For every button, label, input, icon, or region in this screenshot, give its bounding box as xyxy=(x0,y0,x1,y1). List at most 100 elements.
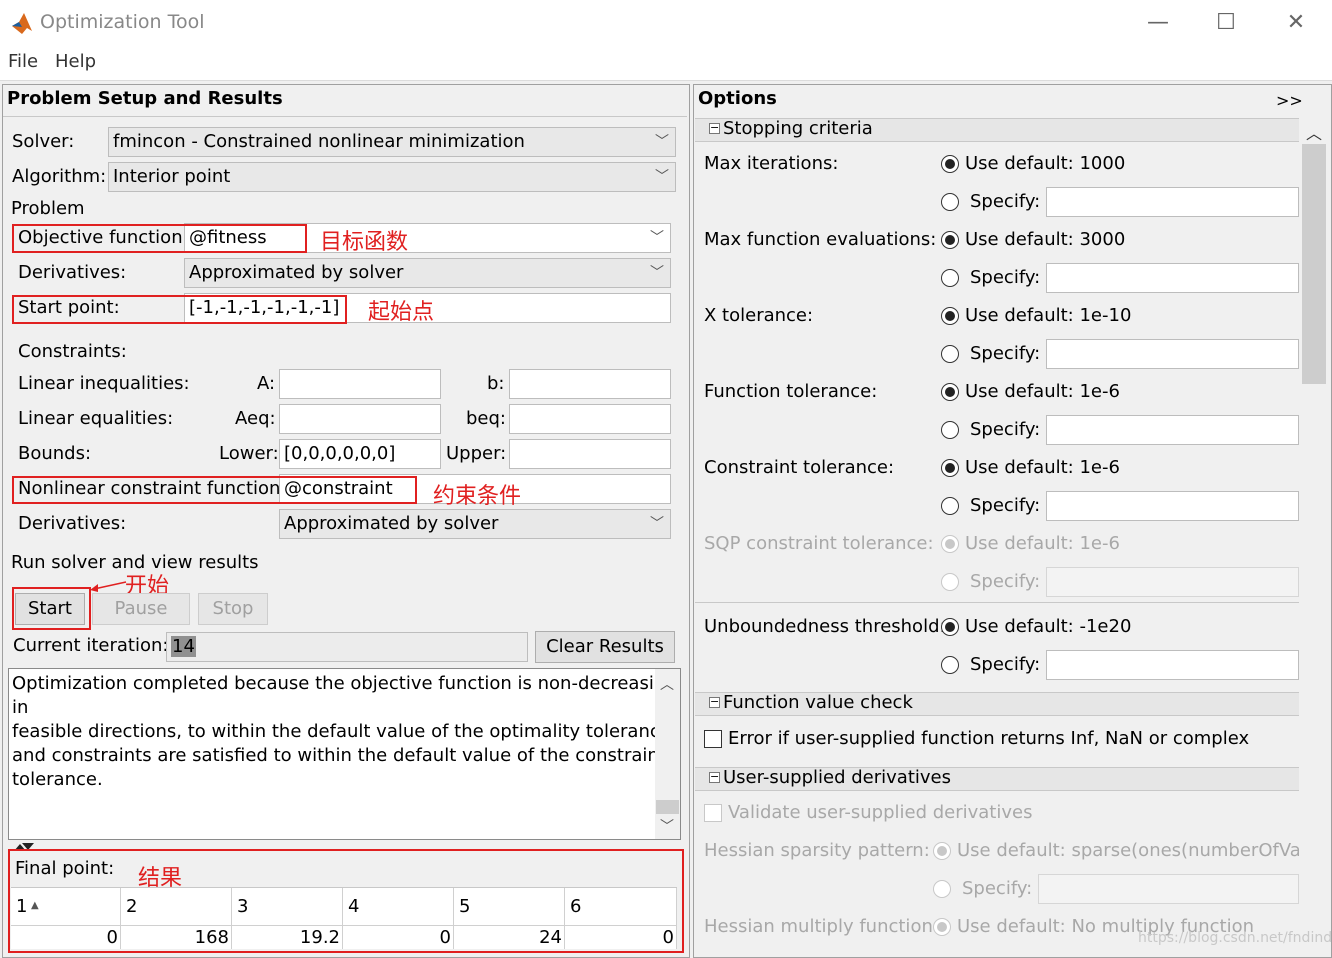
collapse-icon[interactable]: − xyxy=(709,771,720,783)
max-function-evaluations-default-radio[interactable] xyxy=(941,231,959,249)
validate-derivatives-checkbox[interactable] xyxy=(704,804,722,822)
max-function-evaluations-default-label: Use default: 3000 xyxy=(965,229,1126,250)
validate-derivatives-label: Validate user-supplied derivatives xyxy=(728,802,1033,823)
error-check-label: Error if user-supplied function returns … xyxy=(728,728,1250,749)
max-iterations-default-radio[interactable] xyxy=(941,155,959,173)
final-point-column-header[interactable]: 5 xyxy=(454,888,565,926)
menu-file[interactable]: File xyxy=(8,51,38,72)
pause-button[interactable]: Pause xyxy=(92,593,190,625)
expand-options-button[interactable]: >> xyxy=(1276,91,1303,110)
constraint-tolerance-default-radio[interactable] xyxy=(941,459,959,477)
final-point-cell: 19.2 xyxy=(232,925,343,949)
message-line-5: tolerance. xyxy=(12,769,103,790)
final-point-column-header[interactable]: 2 xyxy=(121,888,232,926)
function-tolerance-default-radio[interactable] xyxy=(941,383,959,401)
nonlinear-highlight-box xyxy=(12,476,417,504)
function-tolerance-default-label: Use default: 1e-6 xyxy=(965,381,1120,402)
max-function-evaluations-specify-input[interactable] xyxy=(1046,263,1299,293)
x-tolerance-specify-label: Specify: xyxy=(970,343,1041,364)
function-tolerance-label: Function tolerance: xyxy=(704,381,878,402)
sqp-constraint-tolerance-specify-radio[interactable] xyxy=(941,573,959,591)
matlab-logo-icon xyxy=(12,13,32,34)
start-highlight-box xyxy=(12,587,91,630)
stop-button[interactable]: Stop xyxy=(198,593,268,625)
maximize-button[interactable]: ☐ xyxy=(1196,4,1256,42)
upper-input[interactable] xyxy=(509,439,671,469)
hessian-multiply-default-radio[interactable] xyxy=(933,918,951,936)
constraint-tolerance-default-label: Use default: 1e-6 xyxy=(965,457,1120,478)
function-tolerance-specify-radio[interactable] xyxy=(941,421,959,439)
max-iterations-specify-radio[interactable] xyxy=(941,193,959,211)
max-iterations-label: Max iterations: xyxy=(704,153,839,174)
function-value-check-section[interactable]: − Function value check xyxy=(695,692,1299,716)
scroll-down-icon[interactable]: ﹀ xyxy=(660,816,674,836)
final-point-cell: 0 xyxy=(11,925,121,949)
linear-inequalities-label: Linear inequalities: xyxy=(18,373,190,394)
constraint-tolerance-specify-radio[interactable] xyxy=(941,497,959,515)
unboundedness-threshold-default-label: Use default: -1e20 xyxy=(965,616,1132,637)
max-iterations-specify-input[interactable] xyxy=(1046,187,1299,217)
collapse-icon[interactable]: − xyxy=(709,696,720,708)
options-scroll-thumb[interactable] xyxy=(1302,144,1326,384)
x-tolerance-specify-input[interactable] xyxy=(1046,339,1299,369)
sqp-constraint-tolerance-default-radio[interactable] xyxy=(941,535,959,553)
max-function-evaluations-label: Max function evaluations: xyxy=(704,229,937,250)
final-point-column-header[interactable]: 6 xyxy=(565,888,677,926)
scroll-up-icon[interactable]: ︿ xyxy=(1306,120,1322,144)
solver-select[interactable]: fmincon - Constrained nonlinear minimiza… xyxy=(108,127,676,157)
error-check-checkbox[interactable] xyxy=(704,730,722,748)
b-input[interactable] xyxy=(509,369,671,399)
hessian-sparsity-label: Hessian sparsity pattern: xyxy=(704,840,930,861)
x-tolerance-specify-radio[interactable] xyxy=(941,345,959,363)
unboundedness-threshold-specify-radio[interactable] xyxy=(941,656,959,674)
hessian-sparsity-specify-radio[interactable] xyxy=(933,880,951,898)
constraint-tolerance-specify-input[interactable] xyxy=(1046,491,1299,521)
message-line-2: in xyxy=(12,697,29,718)
unboundedness-threshold-default-radio[interactable] xyxy=(941,618,959,636)
scroll-up-icon[interactable]: ︿ xyxy=(660,674,674,694)
chevron-down-icon: ﹀ xyxy=(655,134,669,150)
final-point-column-header[interactable]: 1 ▲ xyxy=(11,888,121,926)
chevron-down-icon: ﹀ xyxy=(650,230,664,246)
derivatives-label: Derivatives: xyxy=(18,262,127,283)
final-point-cell: 0 xyxy=(565,925,677,949)
close-button[interactable]: ✕ xyxy=(1266,4,1326,42)
hessian-sparsity-specify-input[interactable] xyxy=(1038,874,1299,904)
menu-help[interactable]: Help xyxy=(55,51,96,72)
aeq-input[interactable] xyxy=(279,404,441,434)
sqp-constraint-tolerance-specify-input[interactable] xyxy=(1046,567,1299,597)
lower-label: Lower: xyxy=(219,443,279,464)
scroll-thumb[interactable] xyxy=(656,800,679,814)
problem-label: Problem xyxy=(11,198,85,219)
derivatives2-select[interactable]: Approximated by solver ﹀ xyxy=(279,509,671,539)
lower-input[interactable]: [0,0,0,0,0,0] xyxy=(279,439,441,469)
unboundedness-threshold-specify-input[interactable] xyxy=(1046,650,1299,680)
divider xyxy=(3,116,687,117)
user-derivatives-section[interactable]: − User-supplied derivatives xyxy=(695,767,1299,791)
a-input[interactable] xyxy=(279,369,441,399)
clear-results-button[interactable]: Clear Results xyxy=(535,631,675,663)
algorithm-label: Algorithm: xyxy=(12,166,107,187)
collapse-icon[interactable]: − xyxy=(709,122,720,134)
final-point-label: Final point: xyxy=(15,858,115,879)
nonlinear-annotation: 约束条件 xyxy=(433,484,522,509)
algorithm-select[interactable]: Interior point ﹀ xyxy=(108,162,676,192)
final-point-column-header[interactable]: 3 xyxy=(232,888,343,926)
max-function-evaluations-specify-radio[interactable] xyxy=(941,269,959,287)
stopping-criteria-section[interactable]: − Stopping criteria xyxy=(695,118,1299,142)
constraints-label: Constraints: xyxy=(18,341,127,362)
derivatives-select[interactable]: Approximated by solver ﹀ xyxy=(184,258,671,288)
sqp-constraint-tolerance-specify-label: Specify: xyxy=(970,571,1041,592)
max-function-evaluations-specify-label: Specify: xyxy=(970,267,1041,288)
x-tolerance-default-radio[interactable] xyxy=(941,307,959,325)
unboundedness-threshold-label: Unboundedness threshold: xyxy=(704,616,946,637)
hessian-sparsity-default-radio[interactable] xyxy=(933,842,951,860)
function-tolerance-specify-input[interactable] xyxy=(1046,415,1299,445)
options-header: Options xyxy=(698,88,777,109)
beq-input[interactable] xyxy=(509,404,671,434)
sqp-constraint-tolerance-default-label: Use default: 1e-6 xyxy=(965,533,1120,554)
minimize-button[interactable]: — xyxy=(1128,4,1188,42)
final-point-column-header[interactable]: 4 xyxy=(343,888,454,926)
message-line-4: and constraints are satisfied to within … xyxy=(12,745,666,766)
hessian-sparsity-specify-label: Specify: xyxy=(962,878,1033,899)
